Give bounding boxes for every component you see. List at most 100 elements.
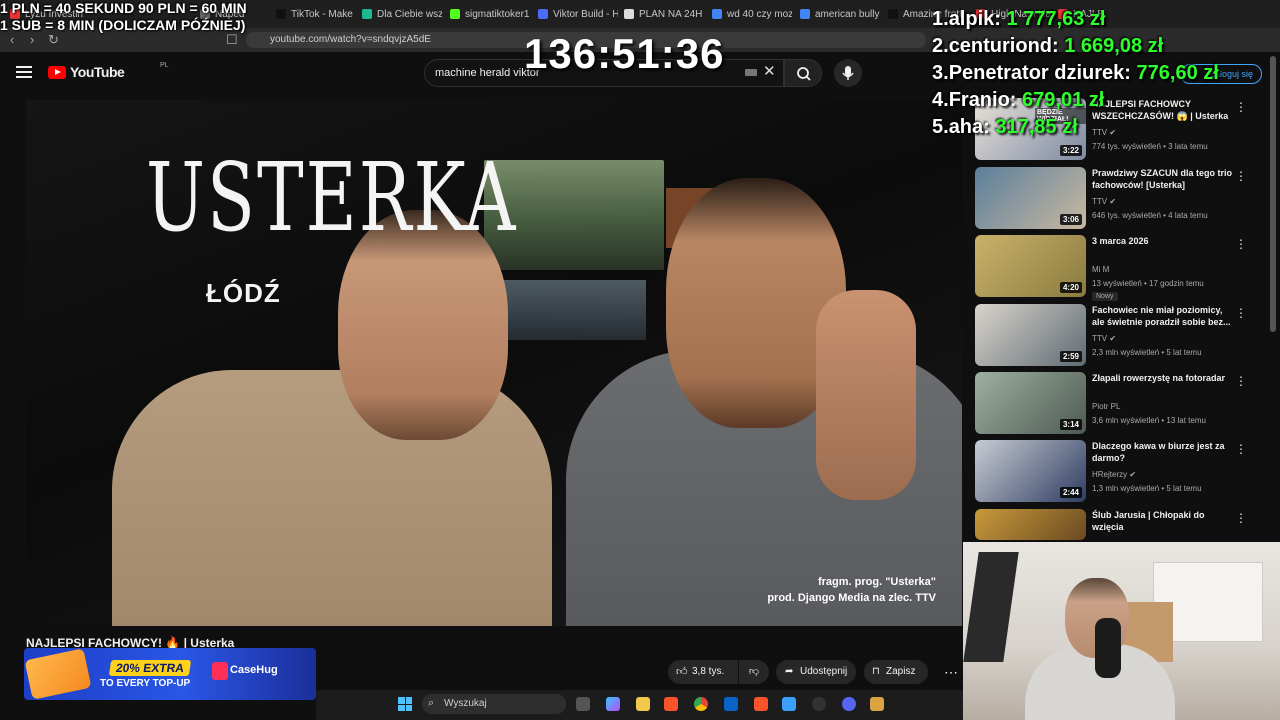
windows-start-icon[interactable]: [398, 697, 412, 711]
verified-icon: ✔: [1107, 197, 1117, 206]
video-thumbnail[interactable]: 2:44: [975, 440, 1086, 502]
browser-tab[interactable]: TikTok - Make: [276, 4, 356, 24]
recommended-title[interactable]: Dlaczego kawa w biurze jest za darmo?: [1092, 440, 1232, 464]
recommended-title[interactable]: 3 marca 2026: [1092, 235, 1232, 247]
save-button[interactable]: ⊓ Zapisz: [864, 660, 928, 684]
recommended-title[interactable]: Prawdziwy SZACUN dla tego trio fachowców…: [1092, 167, 1232, 191]
video-thumbnail[interactable]: 3:14: [975, 372, 1086, 434]
bookmark-icon[interactable]: ☐: [226, 32, 238, 48]
like-button[interactable]: 👍︎ 3,8 tys.: [668, 660, 738, 684]
host-right-hand: [816, 290, 916, 500]
forward-icon[interactable]: ›: [30, 32, 34, 47]
file-explorer-icon[interactable]: [636, 697, 650, 711]
discord-icon[interactable]: [842, 697, 856, 711]
app-icon[interactable]: [870, 697, 884, 711]
video-meta: 774 tys. wyświetleń • 3 lata temu: [1092, 142, 1208, 151]
youtube-play-icon: [48, 65, 66, 79]
leaderboard-rank: 5.: [932, 116, 949, 138]
tab-favicon-icon: [362, 9, 372, 19]
leaderboard-amount: 1 777,63 zł: [1006, 8, 1106, 30]
tab-favicon-icon: [800, 9, 810, 19]
dislike-button[interactable]: 👎︎: [739, 660, 769, 684]
more-options-icon[interactable]: ⋮: [1235, 169, 1247, 183]
recommended-title[interactable]: Złapali rowerzystę na fotoradar: [1092, 372, 1232, 384]
recommended-title[interactable]: Fachowiec nie miał poziomicy, ale świetn…: [1092, 304, 1232, 328]
copilot-icon[interactable]: [606, 697, 620, 711]
browser-tab[interactable]: PLAN NA 24H: [624, 4, 704, 24]
save-label: Zapisz: [886, 666, 916, 677]
tab-favicon-icon: [276, 9, 286, 19]
chrome-icon[interactable]: [694, 697, 708, 711]
video-thumbnail[interactable]: 2:59: [975, 304, 1086, 366]
youtube-logo-text: YouTube: [70, 64, 125, 80]
channel-name-text: Piotr PL: [1092, 402, 1121, 411]
bookmark-save-icon: ⊓: [872, 666, 880, 677]
channel-name[interactable]: TTV ✔: [1092, 197, 1116, 206]
channel-name[interactable]: HRejterzy ✔: [1092, 470, 1136, 479]
browser-tab[interactable]: Viktor Build - H: [538, 4, 618, 24]
sidebar-scrollbar[interactable]: [1270, 56, 1276, 332]
video-duration: 4:20: [1059, 282, 1082, 293]
youtube-logo[interactable]: YouTube PL: [48, 62, 169, 80]
rate-line-1: 1 PLN = 40 SEKUND 90 PLN = 60 MIN: [0, 0, 247, 16]
tab-label: Viktor Build - H: [553, 8, 618, 20]
more-options-icon[interactable]: ⋮: [1235, 237, 1247, 251]
recommended-video[interactable]: 3:06 Prawdziwy SZACUN dla tego trio facho…: [975, 167, 1250, 231]
donation-leaderboard: 1.alpik: 1 777,63 zł 2.centuriond: 1 669,…: [932, 8, 1219, 143]
recommended-video[interactable]: 2:59 Fachowiec nie miał poziomicy, ale św…: [975, 304, 1250, 368]
usterka-city: ŁÓDŹ: [206, 278, 281, 308]
casehug-ad-banner[interactable]: 20% EXTRA TO EVERY TOP-UP CaseHug: [24, 648, 316, 700]
leaderboard-name: Franio:: [948, 89, 1017, 111]
task-view-icon[interactable]: [576, 697, 590, 711]
leaderboard-rank: 3.: [932, 62, 949, 84]
recommended-video[interactable]: 4:20 3 marca 2026 Mi M 13 wyświetleń • 17 g…: [975, 235, 1250, 301]
video-duration: 3:14: [1059, 419, 1082, 430]
ad-brand-label: CaseHug: [230, 664, 278, 676]
more-options-icon[interactable]: ⋮: [1235, 511, 1247, 525]
recommended-video[interactable]: 3:14 Złapali rowerzystę na fotoradar Piotr…: [975, 372, 1250, 436]
credit-line-2: prod. Django Media na zlec. TTV: [767, 592, 936, 604]
brave-icon[interactable]: [664, 697, 678, 711]
video-credit: fragm. prog. "Usterka" prod. Django Medi…: [767, 574, 936, 606]
browser-tab[interactable]: american bully: [800, 4, 880, 24]
keyboard-icon[interactable]: [745, 69, 757, 76]
video-thumbnail[interactable]: 4:20: [975, 235, 1086, 297]
back-icon[interactable]: ‹: [10, 32, 14, 47]
more-actions-icon[interactable]: ⋯: [944, 664, 958, 681]
reload-icon[interactable]: ↻: [48, 32, 59, 48]
more-options-icon[interactable]: ⋮: [1235, 100, 1247, 114]
voice-search-button[interactable]: [834, 59, 862, 87]
share-icon: ➦: [785, 666, 794, 677]
channel-name[interactable]: Piotr PL: [1092, 402, 1120, 411]
taskbar-search[interactable]: Wyszukaj: [422, 694, 566, 714]
tab-label: wd 40 czy moz: [727, 8, 792, 20]
browser-tab[interactable]: Dla Ciebie wszy: [362, 4, 442, 24]
more-options-icon[interactable]: ⋮: [1235, 306, 1247, 320]
clear-search-icon[interactable]: ✕: [763, 62, 776, 80]
brave-active-icon[interactable]: [754, 697, 768, 711]
video-thumbnail[interactable]: 3:06: [975, 167, 1086, 229]
recommended-video[interactable]: 2:44 Dlaczego kawa w biurze jest za darmo…: [975, 440, 1250, 504]
obs-icon[interactable]: [812, 697, 826, 711]
tab-label: sigmatiktoker1: [465, 8, 530, 20]
menu-icon[interactable]: [16, 66, 32, 78]
search-button[interactable]: [784, 59, 822, 87]
browser-tab[interactable]: sigmatiktoker1: [450, 4, 530, 24]
share-button[interactable]: ➦ Udostępnij: [776, 660, 856, 684]
more-options-icon[interactable]: ⋮: [1235, 374, 1247, 388]
channel-name[interactable]: Mi M: [1092, 265, 1109, 274]
recommended-title[interactable]: Ślub Jarusia | Chłopaki do wzięcia: [1092, 509, 1232, 533]
new-badge: Nowy: [1092, 292, 1118, 301]
more-options-icon[interactable]: ⋮: [1235, 442, 1247, 456]
store-icon[interactable]: [724, 697, 738, 711]
microphone-icon: [842, 66, 854, 80]
video-player[interactable]: USTERKA ŁÓDŹ fragm. prog. "Usterka" prod…: [26, 100, 962, 626]
video-thumbnail[interactable]: [975, 509, 1086, 540]
youtube-region: PL: [160, 62, 169, 69]
notepad-icon[interactable]: [782, 697, 796, 711]
tab-label: PLAN NA 24H: [639, 8, 703, 20]
webcam-mic-arm: [963, 552, 1019, 662]
browser-tab[interactable]: wd 40 czy moz: [712, 4, 792, 24]
leaderboard-name: alpik:: [948, 8, 1001, 30]
channel-name[interactable]: TTV ✔: [1092, 334, 1116, 343]
